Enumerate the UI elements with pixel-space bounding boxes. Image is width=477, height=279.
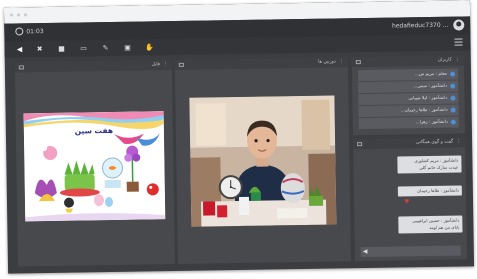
chat-input[interactable]: ◀ <box>360 245 461 258</box>
chat-message-text: بابای من هم اومد <box>429 224 460 231</box>
chat-panel-header: گفت و گوی همگانی ⋮ <box>353 137 466 150</box>
users-panel-title: کاربران <box>437 57 452 63</box>
browser-controls <box>4 0 470 17</box>
pen-icon[interactable]: ✎ <box>101 43 111 53</box>
heart-icon: ♥ <box>403 198 410 206</box>
user-list-item[interactable]: دانشآموز : طاها رحیمان... <box>358 104 459 118</box>
chat-message: دانشآموز : حسین ابراهیمی بابای من هم اوم… <box>398 215 463 234</box>
user-icon <box>450 107 456 113</box>
user-name: معلم : مریم س... <box>414 71 448 78</box>
user-name: دانشآموز : زهرا... <box>415 119 448 126</box>
user-icon <box>450 119 456 125</box>
camera-icon[interactable]: ■ <box>57 44 67 54</box>
user-icon <box>450 83 456 89</box>
clock-icon <box>15 27 24 36</box>
camera-panel: دوربین ها ⋮ <box>174 57 351 264</box>
send-icon[interactable]: ◀ <box>363 248 368 255</box>
chat-panel: گفت و گوی همگانی ⋮ دانشآموز : مریم کشاور… <box>353 137 467 262</box>
file-panel-title: فایل <box>151 62 160 68</box>
kebab-icon[interactable]: ⋮ <box>457 138 462 148</box>
back-icon[interactable] <box>10 13 14 17</box>
user-list-item[interactable]: دانشآموز : لیلا شیبانی <box>358 92 459 106</box>
kebab-icon[interactable]: ⋮ <box>339 57 344 67</box>
chat-panel-title: گفت و گوی همگانی <box>415 139 454 146</box>
microphone-off-icon[interactable]: ✖ <box>35 44 45 54</box>
camera-panel-title: دوربین ها <box>318 59 336 65</box>
classroom-app-window: 01:03 ... hedafieduc7370 ◀ ✖ ■ ▭ ✎ ▣ ✋ ف… <box>3 0 475 274</box>
user-list-item[interactable]: دانشآموز : سمی... <box>358 80 459 94</box>
screenshot-frame: 01:03 ... hedafieduc7370 ◀ ✖ ■ ▭ ✎ ▣ ✋ ف… <box>0 0 477 279</box>
hand-icon[interactable]: ✋ <box>145 42 155 52</box>
user-list-item[interactable]: معلم : مریم س... <box>357 68 459 82</box>
video-frame-image <box>189 95 337 227</box>
current-user-name: ... hedafieduc7370 <box>391 21 449 30</box>
user-icon <box>450 95 456 101</box>
forward-icon[interactable] <box>17 13 21 17</box>
file-panel: فایل ⋮ هفت سین <box>14 60 175 267</box>
kebab-icon[interactable]: ⋮ <box>163 60 168 70</box>
file-icon[interactable]: ▣ <box>123 43 133 53</box>
chat-message: دانشآموز : مریم کشاوری عیدت مبارک خانم گ… <box>397 155 462 174</box>
url-text[interactable] <box>60 8 230 18</box>
chat-message-text: عیدت مبارک خانم گلی <box>419 164 459 171</box>
kebab-icon[interactable]: ⋮ <box>455 56 460 66</box>
users-panel-header: کاربران ⋮ <box>351 55 464 68</box>
users-panel: کاربران ⋮ معلم : مریم س... دانشآموز : سم… <box>351 55 465 136</box>
reload-icon[interactable] <box>24 13 28 17</box>
user-name: دانشآموز : طاها رحیمان... <box>400 107 448 114</box>
panel-options-icon[interactable] <box>355 60 361 65</box>
chat-message-sender: دانشآموز : طاها رحیمان <box>417 187 459 194</box>
user-name: دانشآموز : سمی... <box>413 83 448 90</box>
panel-options-icon[interactable] <box>357 142 363 147</box>
user-list-item[interactable]: دانشآموز : زهرا... <box>358 116 459 130</box>
screen-share-icon[interactable]: ▭ <box>79 43 89 53</box>
user-name: دانشآموز : لیلا شیبانی <box>408 95 448 102</box>
user-avatar-icon[interactable] <box>453 19 465 31</box>
presentation-slide: هفت سین <box>23 111 166 222</box>
panel-options-icon[interactable] <box>18 65 24 70</box>
student-video-feed[interactable] <box>189 95 337 227</box>
speaker-icon[interactable]: ◀ <box>15 44 25 54</box>
file-panel-header: فایل ⋮ <box>14 60 172 73</box>
chat-message: دانشآموز : طاها رحیمان <box>397 185 462 197</box>
session-time: 01:03 <box>26 28 44 36</box>
camera-panel-header: دوربین ها ⋮ <box>174 57 348 70</box>
user-icon <box>450 71 456 77</box>
panel-options-icon[interactable] <box>178 62 184 67</box>
menu-icon[interactable] <box>454 38 463 46</box>
